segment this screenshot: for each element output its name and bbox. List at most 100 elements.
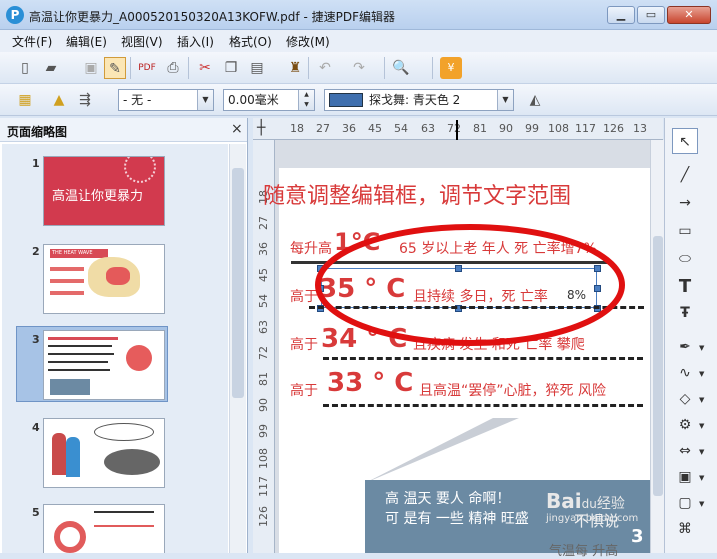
sidebar-scrollbar[interactable] [229,144,246,553]
donut-graphic [54,521,86,553]
cube-tool-icon[interactable]: ▣ [672,464,698,490]
purchase-icon[interactable]: ¥ [440,57,462,79]
chevron-down-icon[interactable]: ▼ [699,422,704,430]
menu-bar: 文件(F) 编辑(E) 视图(V) 插入(I) 格式(O) 修改(M) [0,30,717,52]
zoom-icon[interactable]: 🔍 [390,57,412,79]
scrollbar-thumb[interactable] [232,168,244,398]
bucket-icon[interactable]: ◭ [524,89,546,111]
thumbnail-list[interactable]: 1 高温让你更暴力 2 THE HEAT WAVE 3 4 5 [2,144,228,553]
speech-line-1: 高 温天 要人 命啊！ [385,491,511,507]
curve-tool-icon[interactable]: ∿ [672,360,698,386]
rectangle-tool-icon[interactable]: ▭ [672,218,698,244]
speech-bubble [104,449,160,475]
thumb-bar [50,267,84,271]
watermark-paw: du [581,497,597,511]
banner-tool-icon[interactable]: ⌘ [672,516,698,542]
ellipse-tool-icon[interactable]: ⬭ [672,246,698,272]
open-folder-icon[interactable]: ▰ [40,57,62,79]
print-icon[interactable]: ⎙ [162,57,184,79]
color-name: 探戈舞: 青天色 2 [369,93,461,107]
paste-icon[interactable]: ▤ [246,57,268,79]
format-toolbar: ▦ ▲ ⇶ - 无 - ▼ 0.00毫米 ▲ ▼ 探戈舞: 青天色 2 ▼ ◭ [0,84,717,116]
thumb-line [48,361,108,363]
fill-icon[interactable]: ▲ [48,89,70,111]
ruler-tick: 18 [290,122,304,135]
arrow-tool-icon[interactable]: → [672,190,698,216]
menu-insert[interactable]: 插入(I) [177,33,214,50]
pen-tool-icon[interactable]: ✒ [672,334,698,360]
line-style-icon[interactable]: ⇶ [74,89,96,111]
chevron-down-icon[interactable]: ▼ [699,448,704,456]
main-toolbar: ▯ ▰ ▣ ✎ PDF ⎙ ✂ ❐ ▤ ♜ ↶ ↷ 🔍 ¥ [0,52,717,84]
app-icon: P [6,6,24,24]
ruler-tick: 90 [257,398,270,412]
maximize-button[interactable]: ▭ [637,6,665,24]
scrollbar-thumb[interactable] [653,236,663,496]
menu-modify[interactable]: 修改(M) [286,33,330,50]
thumbnail-panel: 页面缩略图 × 1 高温让你更暴力 2 THE HEAT WAVE 3 4 5 [0,118,248,553]
grid-icon[interactable]: ▦ [14,89,36,111]
text-column-tool-icon[interactable]: Ŧ [672,300,698,326]
new-file-icon[interactable]: ▯ [14,57,36,79]
undo-icon[interactable]: ↶ [314,57,336,79]
page-thumbnail-1[interactable]: 高温让你更暴力 [43,156,165,226]
select-arrow-icon[interactable]: ↖ [672,128,698,154]
page-thumbnail-3[interactable] [43,330,165,400]
line-tool-icon[interactable]: ╱ [672,162,698,188]
page-thumbnail-2[interactable]: THE HEAT WAVE [43,244,165,314]
speech-bubble [94,423,154,441]
thumb-box [50,379,90,395]
speech-line-2: 可 是有 一些 精神 旺盛 [385,511,529,527]
menu-edit[interactable]: 编辑(E) [66,33,107,50]
chevron-down-icon[interactable]: ▼ [699,344,704,352]
ruler-tick: 63 [421,122,435,135]
panel-title: 页面缩略图 [7,125,68,139]
chevron-down-icon: ▼ [497,90,513,110]
diamond-tool-icon[interactable]: ◇ [672,386,698,412]
minimize-button[interactable]: ▁ [607,6,635,24]
chevron-down-icon[interactable]: ▼ [699,474,704,482]
thumb-banner: THE HEAT WAVE [50,249,108,258]
document-scrollbar[interactable] [650,140,664,553]
menu-format[interactable]: 格式(O) [229,33,272,50]
save-icon[interactable]: ▣ [80,57,102,79]
person-graphic [52,433,66,475]
close-button[interactable]: ✕ [667,6,711,24]
ruler-tick: 99 [257,424,270,438]
double-arrow-icon[interactable]: ⇔ [672,438,698,464]
ruler-cursor-marker [456,120,458,140]
title-bar: P 高温让你更暴力_A000520150320A13KOFW.pdf - 捷速P… [0,0,717,30]
ruler-tick: 13 [633,122,647,135]
line-width-value: 0.00毫米 [228,93,279,107]
page-thumbnail-5[interactable] [43,504,165,553]
thumb-number: 5 [32,506,40,519]
ruler-tick: 90 [499,122,513,135]
menu-file[interactable]: 文件(F) [12,33,52,50]
ruler-tick: 27 [257,216,270,230]
cut-icon[interactable]: ✂ [194,57,216,79]
line-width-input[interactable]: 0.00毫米 ▲ ▼ [223,89,315,111]
close-icon[interactable]: × [231,121,243,137]
text-tool-icon[interactable]: T [672,274,698,300]
chevron-down-icon[interactable]: ▼ [699,500,704,508]
speech-trail: 3 [631,526,644,547]
export-pdf-icon[interactable]: PDF [136,57,158,79]
color-select[interactable]: 探戈舞: 青天色 2 ▼ [324,89,514,111]
thumb-bar [50,291,84,295]
toolbar-separator [432,57,433,79]
menu-view[interactable]: 视图(V) [121,33,163,50]
copy-icon[interactable]: ❐ [220,57,242,79]
fill-select[interactable]: - 无 - ▼ [118,89,214,111]
redo-icon[interactable]: ↷ [348,57,370,79]
format-painter-icon[interactable]: ♜ [284,57,306,79]
page-thumbnail-4[interactable] [43,418,165,488]
chevron-down-icon[interactable]: ▼ [699,396,704,404]
callout-tool-icon[interactable]: ▢ [672,490,698,516]
edit-mode-icon[interactable]: ✎ [104,57,126,79]
chevron-down-icon[interactable]: ▼ [699,370,704,378]
gear-shape-icon[interactable]: ⚙ [672,412,698,438]
bottom-text[interactable]: 气温每 升高 [549,540,618,559]
thumb-number: 2 [32,245,40,258]
face-graphic [126,345,152,371]
bubble-tail [365,418,519,483]
